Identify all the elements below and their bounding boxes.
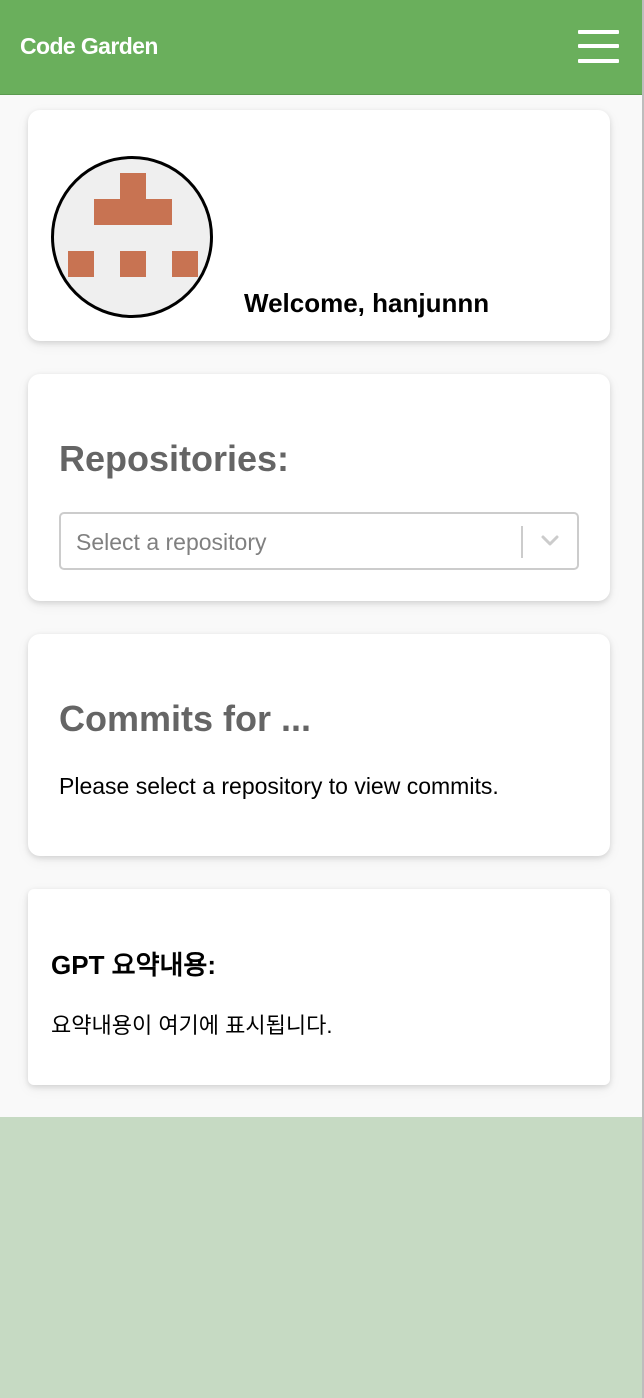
welcome-message: Welcome, hanjunnn bbox=[244, 288, 490, 318]
gpt-summary-text: 요약내용이 여기에 표시됩니다. bbox=[51, 1013, 333, 1038]
brand-logo-text[interactable]: Code Garden bbox=[20, 33, 158, 60]
repositories-heading: Repositories: bbox=[59, 438, 290, 479]
gpt-summary-card: GPT 요약내용: 요약내용이 여기에 표시됩니다. bbox=[28, 889, 610, 1085]
identicon-avatar-icon bbox=[68, 173, 198, 277]
repository-select-placeholder: Select a repository bbox=[76, 529, 267, 555]
repository-select[interactable]: Select a repository bbox=[59, 512, 579, 570]
commits-card: Commits for ... Please select a reposito… bbox=[28, 634, 610, 856]
commits-heading: Commits for ... bbox=[59, 698, 312, 739]
select-separator bbox=[521, 526, 523, 558]
navbar: Code Garden bbox=[0, 0, 642, 95]
profile-card: Welcome, hanjunnn bbox=[28, 110, 610, 341]
gpt-summary-title: GPT 요약내용: bbox=[51, 950, 217, 980]
repositories-card: Repositories: Select a repository bbox=[28, 374, 610, 601]
commits-empty-message: Please select a repository to view commi… bbox=[59, 773, 499, 799]
chevron-down-icon[interactable] bbox=[540, 534, 560, 548]
avatar bbox=[51, 156, 213, 318]
hamburger-menu-icon[interactable] bbox=[578, 30, 619, 63]
